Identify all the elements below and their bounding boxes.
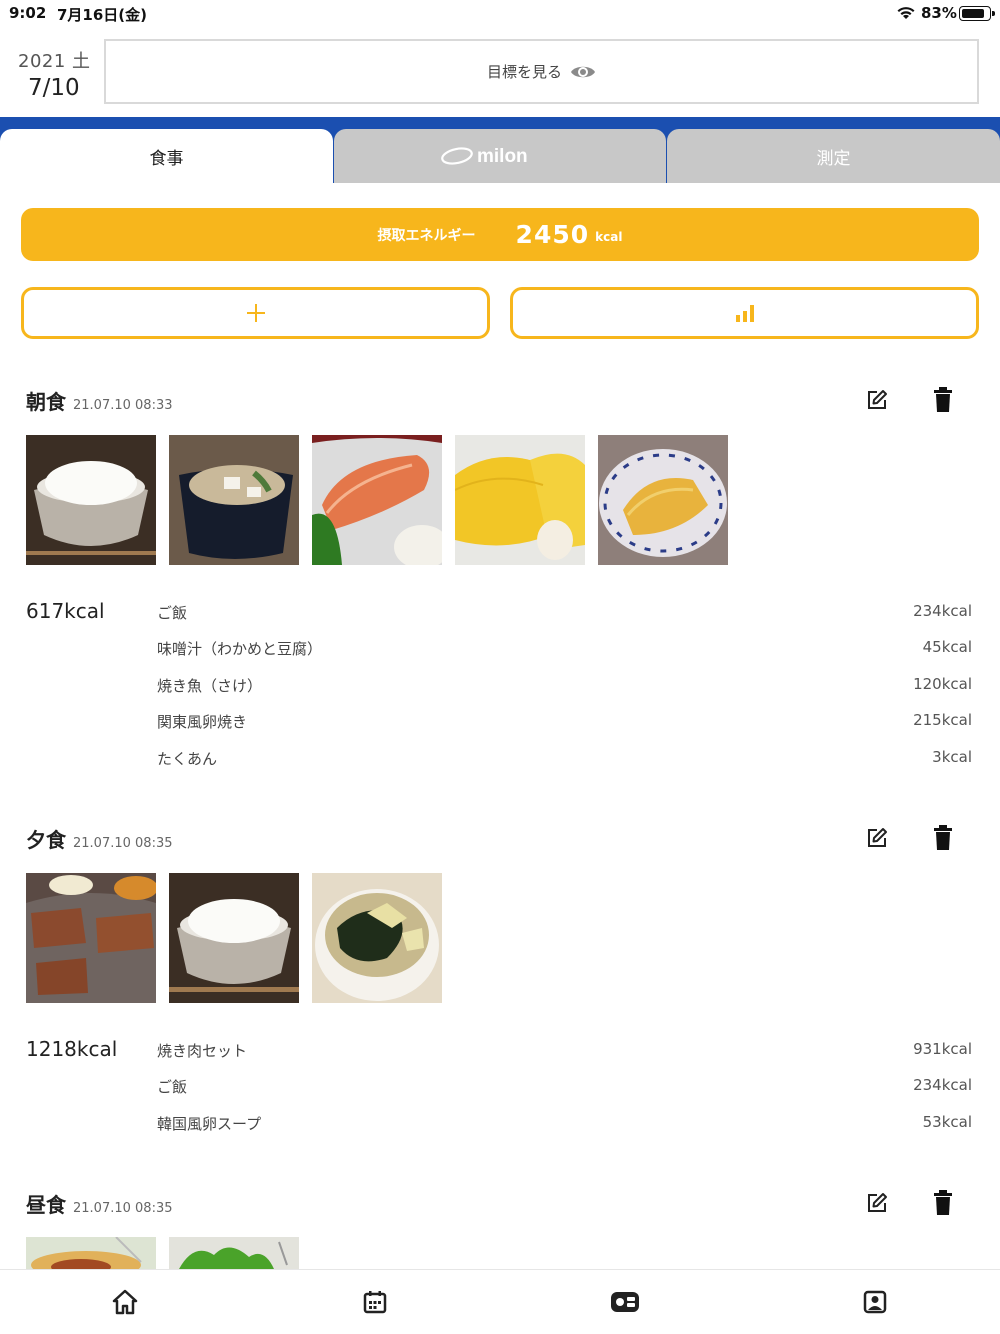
- food-item-kcal: 234kcal: [913, 1076, 972, 1094]
- food-photo-pasta[interactable]: [26, 1237, 156, 1269]
- food-photo-rice[interactable]: [169, 873, 299, 1003]
- food-photo-grilled-salmon[interactable]: [312, 435, 442, 565]
- delete-button[interactable]: [929, 824, 957, 852]
- date-year-weekday: 2021 土: [18, 51, 91, 72]
- tab-meal-label: 食事: [149, 148, 184, 169]
- status-time: 9:02: [9, 4, 47, 22]
- edit-button[interactable]: [863, 1189, 891, 1217]
- edit-icon: [868, 1193, 887, 1212]
- food-photo-miso-soup[interactable]: [169, 435, 299, 565]
- trash-icon: [934, 825, 952, 850]
- meal-icon: [611, 1292, 639, 1312]
- food-photo-tamagoyaki[interactable]: [455, 435, 585, 565]
- tab-bar: 食事 milon 測定: [0, 129, 1000, 183]
- food-item-name: 関東風卵焼き: [157, 713, 248, 731]
- nav-meal[interactable]: [609, 1288, 641, 1316]
- food-item-kcal: 53kcal: [922, 1113, 972, 1131]
- battery-icon: [959, 6, 995, 21]
- meal-name: 夕食: [26, 828, 66, 852]
- meal-header-dinner: 夕食 21.07.10 08:35: [26, 824, 173, 854]
- edit-button[interactable]: [863, 386, 891, 414]
- add-meal-button[interactable]: [21, 287, 490, 339]
- food-item-name: ご飯: [157, 1078, 188, 1096]
- bar-chart-icon: [735, 305, 754, 322]
- trash-icon: [934, 1190, 952, 1215]
- selected-date[interactable]: 2021 土 7/10: [18, 47, 98, 101]
- food-item-kcal: 931kcal: [913, 1040, 972, 1058]
- profile-icon: [863, 1290, 887, 1314]
- food-item-name: 味噌汁（わかめと豆腐）: [157, 640, 323, 658]
- date-month-day: 7/10: [28, 75, 80, 101]
- energy-unit: kcal: [595, 229, 623, 244]
- tab-measure[interactable]: 測定: [667, 129, 1000, 183]
- food-photo-korean-soup[interactable]: [312, 873, 442, 1003]
- eye-icon: [571, 66, 595, 77]
- delete-button[interactable]: [929, 386, 957, 414]
- edit-icon: [868, 828, 887, 847]
- food-photo-takuan[interactable]: [598, 435, 728, 565]
- meal-time: 21.07.10 08:35: [73, 1201, 173, 1216]
- status-date: 7月16日(金): [57, 6, 148, 24]
- meal-name: 朝食: [26, 390, 66, 414]
- food-item-kcal: 234kcal: [913, 602, 972, 620]
- edit-button[interactable]: [863, 824, 891, 852]
- delete-button[interactable]: [929, 1189, 957, 1217]
- food-item-name: 焼き魚（さけ）: [157, 677, 263, 695]
- food-photo-salad[interactable]: [169, 1237, 299, 1269]
- home-icon: [112, 1289, 138, 1315]
- meal-header-lunch: 昼食 21.07.10 08:35: [26, 1189, 173, 1219]
- calendar-icon: [363, 1291, 387, 1314]
- food-item-kcal: 215kcal: [913, 711, 972, 729]
- energy-value: 2450: [515, 220, 590, 249]
- food-item-name: ご飯: [157, 604, 188, 622]
- edit-icon: [868, 390, 887, 409]
- meal-header-breakfast: 朝食 21.07.10 08:33: [26, 386, 173, 416]
- view-goal-button[interactable]: 目標を見る: [104, 39, 979, 104]
- plus-icon: [246, 304, 265, 322]
- battery-percent: 83%: [921, 4, 957, 22]
- energy-label: 摂取エネルギー: [377, 227, 476, 244]
- tab-measure-label: 測定: [816, 148, 851, 169]
- food-photo-rice[interactable]: [26, 435, 156, 565]
- trash-icon: [934, 387, 952, 412]
- nav-calendar[interactable]: [361, 1288, 389, 1316]
- food-item-kcal: 120kcal: [913, 675, 972, 693]
- food-photo-yakiniku[interactable]: [26, 873, 156, 1003]
- tab-meal[interactable]: 食事: [0, 129, 333, 183]
- status-bar: 9:02 7月16日(金) 83%: [0, 0, 1000, 28]
- bottom-navigation: [0, 1269, 1000, 1334]
- meal-time: 21.07.10 08:35: [73, 836, 173, 851]
- food-item-kcal: 3kcal: [932, 748, 972, 766]
- view-goal-label: 目標を見る: [486, 63, 562, 81]
- food-item-name: 焼き肉セット: [157, 1042, 248, 1060]
- food-item-kcal: 45kcal: [922, 638, 972, 656]
- meal-total-kcal: 1218kcal: [26, 1037, 118, 1061]
- food-item-name: たくあん: [157, 750, 218, 768]
- tab-milon[interactable]: milon: [334, 129, 666, 183]
- milon-logo: milon: [441, 146, 528, 167]
- meal-total-kcal: 617kcal: [26, 599, 105, 623]
- wifi-icon: [897, 7, 915, 19]
- energy-summary: 摂取エネルギー 2450 kcal: [21, 208, 979, 261]
- graph-button[interactable]: [510, 287, 979, 339]
- meal-time: 21.07.10 08:33: [73, 398, 173, 413]
- nav-profile[interactable]: [861, 1288, 889, 1316]
- meal-name: 昼食: [26, 1193, 66, 1217]
- nav-home[interactable]: [111, 1288, 139, 1316]
- svg-text:milon: milon: [477, 146, 528, 167]
- food-item-name: 韓国風卵スープ: [157, 1115, 262, 1133]
